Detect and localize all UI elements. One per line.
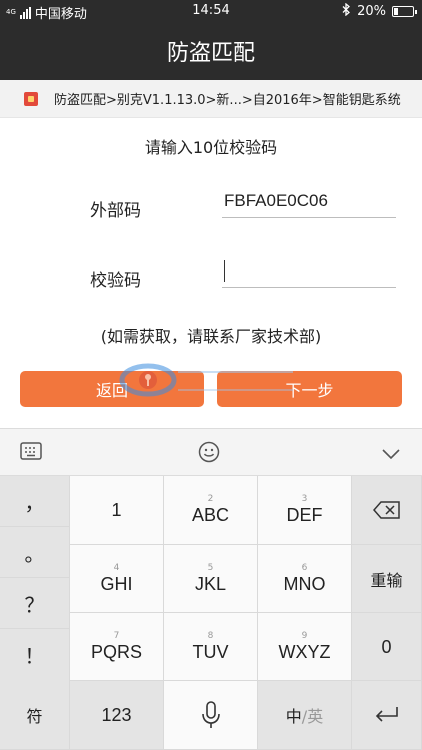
key-mno[interactable]: 6 MNO bbox=[258, 545, 352, 613]
next-button[interactable]: 下一步 bbox=[217, 371, 402, 407]
enter-key[interactable] bbox=[352, 681, 422, 750]
key-tuv[interactable]: 8 TUV bbox=[164, 613, 258, 681]
bluetooth-icon bbox=[342, 2, 351, 20]
backspace-icon bbox=[372, 501, 400, 519]
punctuation-key[interactable]: 。 bbox=[0, 527, 69, 578]
symbols-key[interactable]: 符 bbox=[0, 681, 70, 750]
emoji-icon[interactable] bbox=[198, 441, 220, 467]
battery-percent: 20% bbox=[357, 4, 386, 19]
code-prompt: 请输入10位校验码 bbox=[144, 138, 278, 157]
app-icon bbox=[24, 91, 38, 106]
punctuation-key[interactable]: ？ bbox=[0, 578, 69, 629]
check-code-label: 校验码 bbox=[90, 271, 141, 291]
backspace-key[interactable] bbox=[352, 476, 422, 545]
page-title: 防盗匹配 bbox=[0, 22, 422, 80]
punctuation-column: ， 。 ？ ！ bbox=[0, 476, 70, 681]
back-button[interactable]: 返回 bbox=[20, 371, 204, 407]
collapse-keyboard-icon[interactable] bbox=[381, 445, 401, 464]
breadcrumb-text: 防盗匹配>别克V1.1.13.0>新...>自2016年>智能钥匙系统 bbox=[54, 93, 401, 108]
voice-key[interactable] bbox=[164, 681, 258, 750]
punctuation-key[interactable]: ！ bbox=[0, 629, 69, 680]
external-code-field[interactable] bbox=[222, 184, 396, 218]
key-jkl[interactable]: 5 JKL bbox=[164, 545, 258, 613]
key-abc[interactable]: 2 ABC bbox=[164, 476, 258, 545]
enter-icon bbox=[375, 707, 398, 722]
keyboard: ， 。 ？ ！ 1 2 ABC 3 DEF 4 GHI 5 JKL 6 MNO 重输 7P… bbox=[0, 476, 422, 750]
microphone-icon bbox=[201, 701, 220, 728]
text-cursor bbox=[224, 260, 225, 282]
retype-key[interactable]: 重输 bbox=[352, 545, 422, 613]
key-def[interactable]: 3 DEF bbox=[258, 476, 352, 545]
key-wxyz[interactable]: 9 WXYZ bbox=[258, 613, 352, 681]
keyboard-toolbar bbox=[0, 428, 422, 476]
external-code-label: 外部码 bbox=[90, 201, 141, 221]
key-0[interactable]: 0 bbox=[352, 613, 422, 681]
key-pqrs[interactable]: 7 PQRS bbox=[70, 613, 164, 681]
key-1[interactable]: 1 bbox=[70, 476, 164, 545]
battery-icon bbox=[392, 6, 417, 17]
numbers-key[interactable]: 123 bbox=[70, 681, 164, 750]
breadcrumb: 防盗匹配>别克V1.1.13.0>新...>自2016年>智能钥匙系统 bbox=[0, 80, 422, 118]
check-code-input[interactable] bbox=[222, 254, 396, 288]
hint-text: (如需获取，请联系厂家技术部) bbox=[100, 327, 322, 346]
language-switch-key[interactable]: 中/英 bbox=[258, 681, 352, 750]
status-bar: 4G 中国移动 14:54 20% bbox=[0, 0, 422, 22]
key-ghi[interactable]: 4 GHI bbox=[70, 545, 164, 613]
punctuation-key[interactable]: ， bbox=[0, 476, 69, 527]
keyboard-switch-icon[interactable] bbox=[20, 441, 42, 465]
